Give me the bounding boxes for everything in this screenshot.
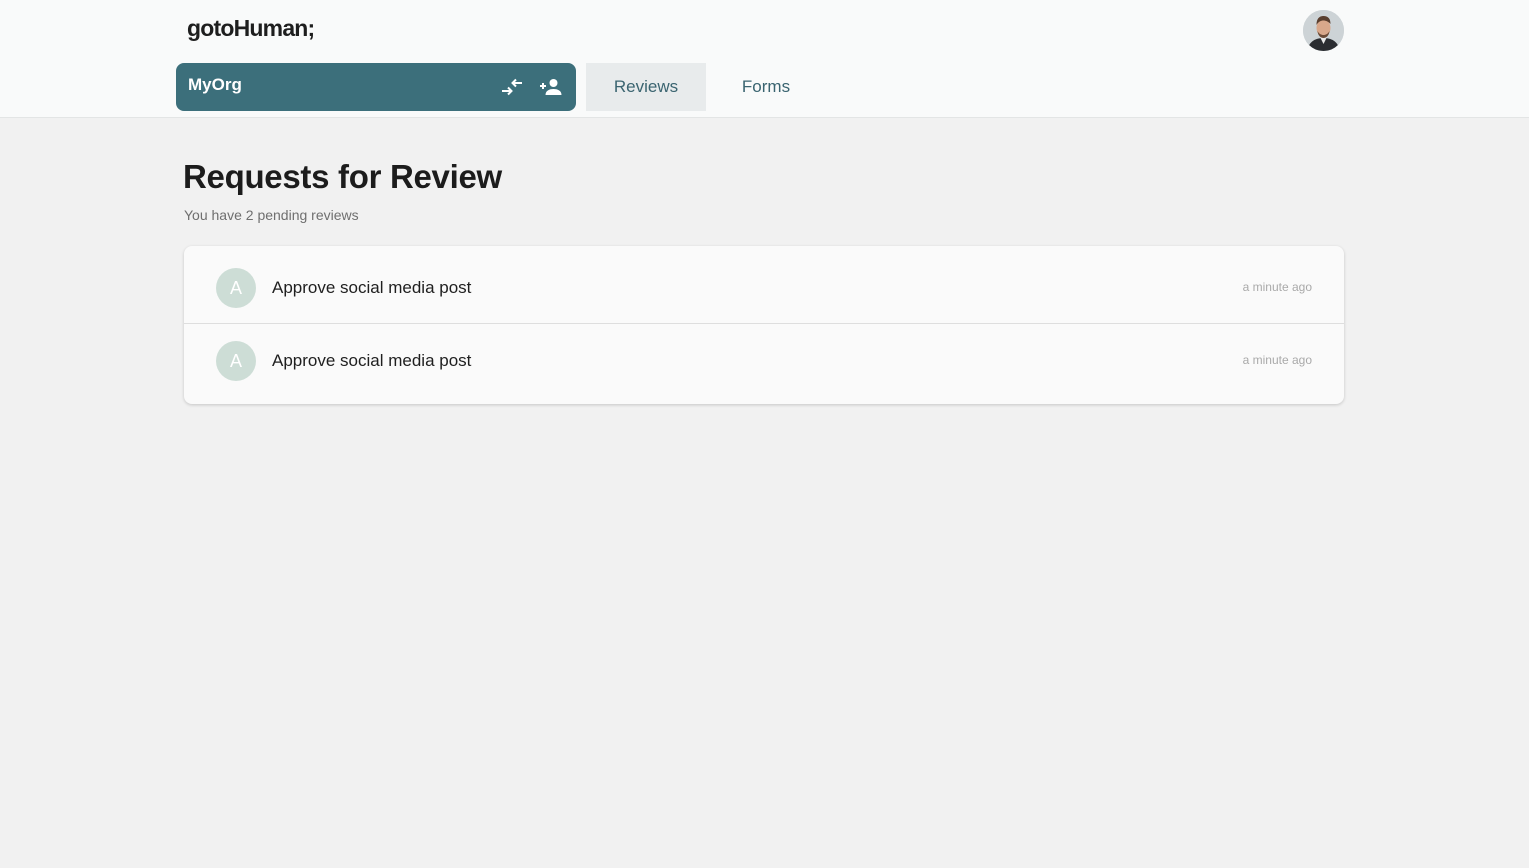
review-avatar: A bbox=[216, 341, 256, 381]
top-bar: gotoHuman; MyOrg Reviews Forms bbox=[0, 0, 1529, 118]
app-logo[interactable]: gotoHuman; bbox=[187, 15, 315, 42]
user-photo-icon bbox=[1303, 10, 1344, 51]
page-title: Requests for Review bbox=[183, 158, 502, 195]
tab-reviews[interactable]: Reviews bbox=[586, 63, 706, 111]
review-avatar: A bbox=[216, 268, 256, 308]
review-list: A Approve social media post a minute ago… bbox=[184, 246, 1344, 404]
tab-forms[interactable]: Forms bbox=[706, 63, 826, 111]
review-list-item[interactable]: A Approve social media post a minute ago bbox=[184, 325, 1344, 403]
review-title: Approve social media post bbox=[272, 351, 472, 370]
org-name: MyOrg bbox=[188, 75, 242, 94]
review-timestamp: a minute ago bbox=[1242, 280, 1312, 294]
swap-arrows-icon[interactable] bbox=[500, 75, 524, 99]
org-switcher[interactable]: MyOrg bbox=[176, 63, 576, 111]
pending-count-text: You have 2 pending reviews bbox=[184, 207, 359, 223]
person-add-icon[interactable] bbox=[539, 75, 563, 99]
user-avatar[interactable] bbox=[1303, 10, 1344, 51]
review-list-item[interactable]: A Approve social media post a minute ago bbox=[184, 246, 1344, 324]
review-timestamp: a minute ago bbox=[1242, 353, 1312, 367]
review-title: Approve social media post bbox=[272, 278, 472, 297]
